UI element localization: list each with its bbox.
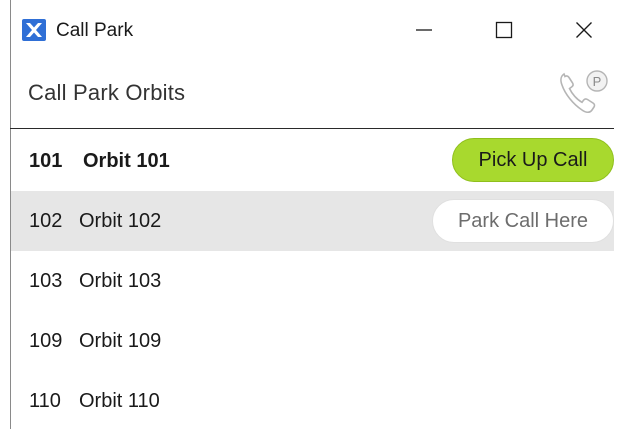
minimize-icon xyxy=(416,29,432,31)
close-icon xyxy=(576,22,592,38)
title-bar[interactable]: Call Park xyxy=(0,0,624,60)
orbit-name: Orbit 103 xyxy=(79,270,162,292)
page-title: Call Park Orbits xyxy=(28,80,186,105)
header-divider xyxy=(10,128,614,129)
orbit-row-110[interactable]: 110 Orbit 110 xyxy=(11,371,614,429)
orbit-name: Orbit 101 xyxy=(83,150,170,172)
orbit-number: 109 xyxy=(29,330,63,352)
orbit-row-103[interactable]: 103 Orbit 103 xyxy=(11,251,614,311)
orbit-number: 102 xyxy=(29,210,63,232)
call-park-window: Call Park Call Park Orbits P 101 Orbit 1… xyxy=(0,0,624,429)
phone-park-icon[interactable]: P xyxy=(556,64,614,120)
maximize-icon xyxy=(495,21,513,39)
maximize-button[interactable] xyxy=(480,10,528,50)
park-call-here-button[interactable]: Park Call Here xyxy=(432,199,614,243)
orbit-number: 110 xyxy=(29,390,61,412)
close-button[interactable] xyxy=(560,10,608,50)
minimize-button[interactable] xyxy=(400,10,448,50)
orbit-row-101[interactable]: 101 Orbit 101 Pick Up Call xyxy=(11,131,614,191)
window-title: Call Park xyxy=(56,20,134,41)
panel-header: Call Park Orbits P xyxy=(10,60,624,128)
orbit-name: Orbit 110 xyxy=(79,390,160,412)
orbit-row-102[interactable]: 102 Orbit 102 Park Call Here xyxy=(11,191,614,251)
park-badge-letter: P xyxy=(593,74,602,89)
orbit-list: 101 Orbit 101 Pick Up Call 102 Orbit 102… xyxy=(11,131,614,429)
orbit-number: 101 xyxy=(29,150,63,172)
call-park-app-icon xyxy=(22,19,46,41)
orbit-name: Orbit 109 xyxy=(79,330,162,352)
orbit-name: Orbit 102 xyxy=(79,210,162,232)
orbit-row-109[interactable]: 109 Orbit 109 xyxy=(11,311,614,371)
orbit-number: 103 xyxy=(29,270,63,292)
pick-up-call-button[interactable]: Pick Up Call xyxy=(452,138,614,182)
